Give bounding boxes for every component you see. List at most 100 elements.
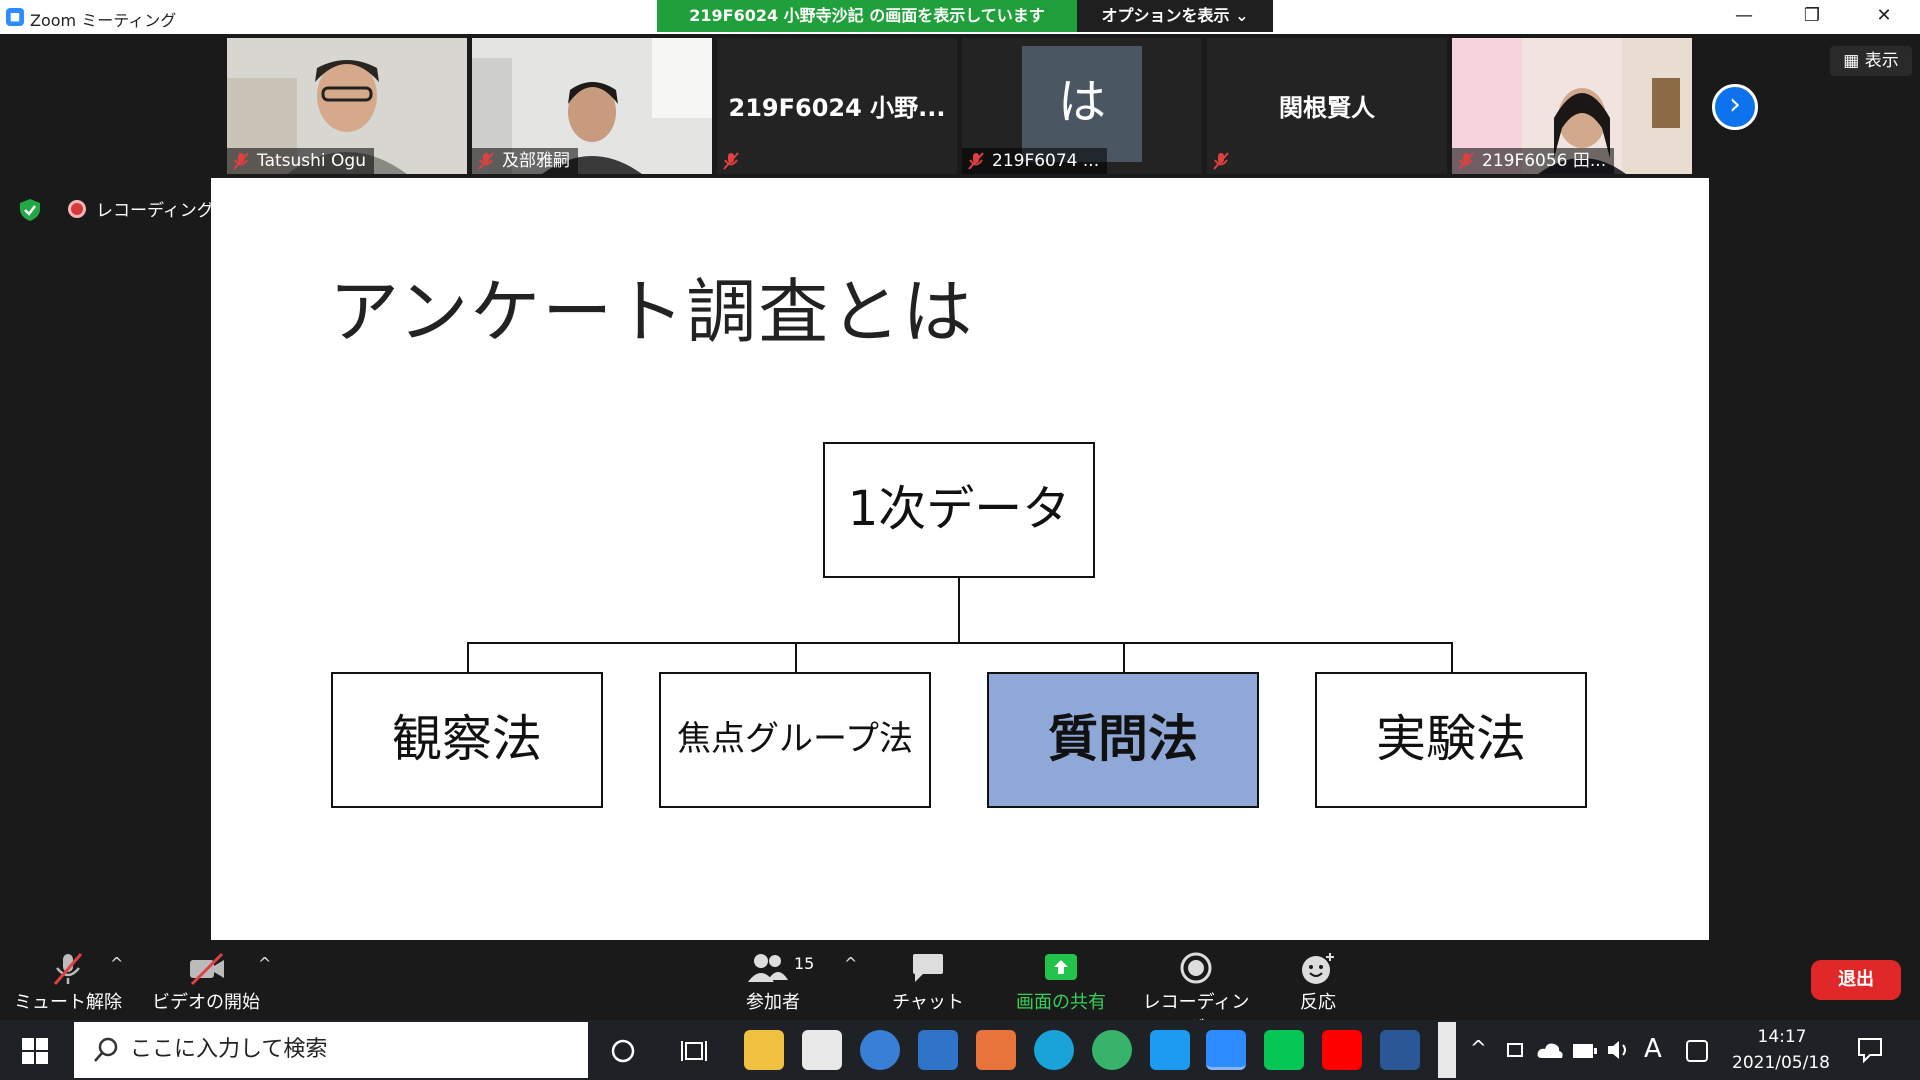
participants-label: 参加者 [746, 992, 800, 1013]
mic-muted-icon [968, 152, 984, 170]
menu-app-icon[interactable] [860, 1030, 900, 1070]
recording-dot-icon [68, 200, 86, 218]
share-screen-icon [1045, 954, 1077, 980]
reactions-button[interactable]: 反応 [1282, 944, 1354, 1020]
record-button[interactable]: レコーディング [1140, 944, 1252, 1039]
screen-share-banner: 219F6024 小野寺沙記 の画面を表示しています [657, 0, 1077, 32]
connector-line [958, 578, 960, 642]
chat-button[interactable]: チャット [886, 944, 970, 1020]
taskbar-clock-time[interactable]: 14:17 [1752, 1027, 1812, 1047]
video-options-caret[interactable]: ^ [258, 954, 271, 973]
zoom-app-icon[interactable] [1206, 1030, 1246, 1070]
shared-screen-slide: アンケート調査とは 1次データ 観察法 焦点グループ法 質問法 実験法 [211, 178, 1709, 940]
diagram-child-box: 観察法 [331, 672, 603, 808]
action-center-icon[interactable] [1856, 1036, 1884, 1064]
record-icon [1180, 952, 1212, 984]
view-mode-label: 表示 [1864, 51, 1899, 71]
participant-name-large: 関根賢人 [1279, 94, 1375, 122]
twitter-icon[interactable] [1150, 1030, 1190, 1070]
mic-muted-icon [478, 152, 494, 170]
grid-icon: ▦ [1843, 51, 1865, 71]
taskbar-clock-date[interactable]: 2021/05/18 [1726, 1053, 1836, 1073]
security-shield-icon[interactable] [18, 198, 42, 222]
unmute-button[interactable]: ミュート解除 [14, 944, 122, 1020]
next-page-button[interactable]: › [1712, 84, 1758, 130]
chat-icon [913, 954, 943, 982]
task-view-icon[interactable] [680, 1038, 708, 1064]
participant-name-large: 219F6024 小野... [728, 94, 946, 122]
participant-tile[interactable]: 関根賢人 [1207, 38, 1447, 174]
start-video-label: ビデオの開始 [152, 992, 260, 1013]
mic-muted-icon [1458, 152, 1474, 170]
reactions-emoji-icon [1302, 953, 1334, 984]
diagram-child-box-highlighted: 質問法 [987, 672, 1259, 808]
minimize-button[interactable]: — [1716, 0, 1772, 34]
search-icon [94, 1037, 118, 1062]
file-explorer-icon[interactable] [744, 1030, 784, 1070]
chevron-right-icon: › [1729, 87, 1741, 122]
restore-button[interactable]: ❐ [1784, 0, 1840, 34]
unmute-label: ミュート解除 [14, 992, 122, 1013]
participant-name: 及部雅嗣 [502, 151, 570, 171]
view-options-button[interactable]: オプションを表示 ⌄ [1077, 0, 1273, 32]
onedrive-cloud-icon[interactable] [1536, 1040, 1564, 1060]
participant-tile[interactable]: 及部雅嗣 [472, 38, 712, 174]
chat-label: チャット [892, 992, 964, 1013]
mail-icon[interactable] [918, 1030, 958, 1070]
zoom-camera-icon: ■ [6, 8, 24, 26]
media-player-icon[interactable] [976, 1030, 1016, 1070]
participants-icon [748, 954, 788, 982]
participants-options-caret[interactable]: ^ [844, 954, 857, 973]
word-app-icon[interactable] [1380, 1030, 1420, 1070]
battery-icon[interactable] [1572, 1042, 1598, 1060]
participant-tile[interactable]: 219F6056 田... [1452, 38, 1692, 174]
ime-mode-indicator[interactable]: A [1644, 1034, 1662, 1064]
video-off-icon [190, 952, 224, 986]
youtube-icon[interactable] [1322, 1030, 1362, 1070]
audio-options-caret[interactable]: ^ [110, 954, 123, 973]
participants-count: 15 [794, 954, 815, 973]
participant-avatar: は [1022, 46, 1142, 162]
meet-now-icon[interactable] [1504, 1038, 1528, 1062]
edge-browser-icon[interactable] [1034, 1030, 1074, 1070]
participant-name: Tatsushi Ogu [257, 151, 366, 171]
participants-button[interactable]: 15 参加者 [728, 944, 818, 1020]
start-video-button[interactable]: ビデオの開始 [150, 944, 262, 1020]
connector-line [467, 642, 469, 672]
share-screen-button[interactable]: 画面の共有 [1006, 944, 1116, 1020]
slide-title: アンケート調査とは [329, 271, 975, 353]
cortana-icon[interactable] [610, 1038, 636, 1064]
line-app-icon[interactable] [1264, 1030, 1304, 1070]
mic-muted-icon [1213, 152, 1229, 170]
diagram-root-box: 1次データ [823, 442, 1095, 578]
participant-tile[interactable]: Tatsushi Ogu [227, 38, 467, 174]
diagram-child-box: 焦点グループ法 [659, 672, 931, 808]
browser-app-icon[interactable] [1092, 1030, 1132, 1070]
connector-line [795, 642, 797, 672]
share-screen-label: 画面の共有 [1016, 992, 1106, 1013]
windows-start-icon[interactable] [22, 1038, 48, 1064]
taskbar-scroll-buttons[interactable] [1438, 1022, 1456, 1078]
taskbar-search-box[interactable]: ここに入力して検索 [74, 1022, 588, 1078]
mic-muted-icon [723, 152, 739, 170]
connector-line [1451, 642, 1453, 672]
participant-name: 219F6056 田... [1482, 151, 1607, 171]
connector-line [1123, 642, 1125, 672]
connector-line [467, 642, 1453, 644]
diagram-child-box: 実験法 [1315, 672, 1587, 808]
mic-muted-icon [233, 152, 249, 170]
volume-speaker-icon[interactable] [1606, 1038, 1632, 1062]
participant-tile[interactable]: 219F6024 小野... [717, 38, 957, 174]
leave-meeting-button[interactable]: 退出 [1811, 960, 1901, 1000]
show-hidden-icons-chevron-icon[interactable]: ^ [1470, 1036, 1487, 1060]
microsoft-store-icon[interactable] [802, 1030, 842, 1070]
notification-app-icon[interactable] [1686, 1040, 1708, 1062]
reactions-label: 反応 [1300, 992, 1336, 1013]
participant-tile[interactable]: は 219F6074 ... [962, 38, 1202, 174]
view-mode-button[interactable]: ▦ 表示 [1830, 46, 1912, 76]
meeting-toolbar: ミュート解除 ^ ビデオの開始 ^ 15 参加者 ^ チャット 画面の共有 レコ… [0, 944, 1920, 1039]
mic-muted-icon [53, 953, 83, 985]
close-button[interactable]: ✕ [1856, 0, 1912, 34]
participant-name: 219F6074 ... [992, 151, 1100, 171]
window-title: Zoom ミーティング [30, 11, 177, 30]
